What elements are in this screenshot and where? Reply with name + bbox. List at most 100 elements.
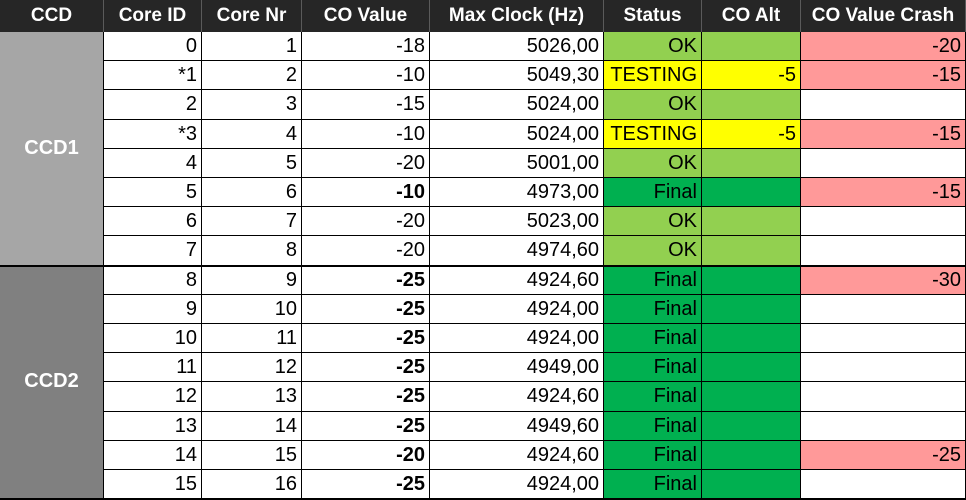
header-ccd[interactable]: CCD xyxy=(0,0,104,32)
cell-co-value-crash[interactable]: -15 xyxy=(801,61,966,91)
cell-status[interactable]: OK xyxy=(604,90,702,120)
cell-core-id[interactable]: 4 xyxy=(104,148,202,178)
cell-status[interactable]: OK xyxy=(604,148,702,178)
cell-co-alt[interactable] xyxy=(702,236,801,266)
cell-status[interactable]: OK xyxy=(604,207,702,237)
cell-max-clock[interactable]: 4949,00 xyxy=(430,353,604,383)
cell-status[interactable]: OK xyxy=(604,32,702,62)
cell-co-value-crash[interactable]: -25 xyxy=(801,440,966,470)
cell-max-clock[interactable]: 4949,60 xyxy=(430,411,604,441)
cell-co-alt[interactable] xyxy=(702,90,801,120)
header-co-alt[interactable]: CO Alt xyxy=(702,0,801,32)
cell-max-clock[interactable]: 5026,00 xyxy=(430,32,604,62)
cell-max-clock[interactable]: 5023,00 xyxy=(430,207,604,237)
cell-max-clock[interactable]: 5001,00 xyxy=(430,148,604,178)
cell-core-nr[interactable]: 10 xyxy=(202,294,302,324)
cell-core-nr[interactable]: 6 xyxy=(202,178,302,208)
cell-co-alt[interactable] xyxy=(702,353,801,383)
ccd-group-cell[interactable]: CCD1 xyxy=(0,32,104,266)
header-status[interactable]: Status xyxy=(604,0,702,32)
cell-co-alt[interactable] xyxy=(702,440,801,470)
cell-core-nr[interactable]: 3 xyxy=(202,90,302,120)
cell-max-clock[interactable]: 4924,60 xyxy=(430,440,604,470)
cell-core-id[interactable]: *1 xyxy=(104,61,202,91)
cell-status[interactable]: Final xyxy=(604,178,702,208)
cell-core-id[interactable]: 11 xyxy=(104,353,202,383)
cell-co-alt[interactable] xyxy=(702,411,801,441)
cell-status[interactable]: OK xyxy=(604,236,702,266)
cell-co-value-crash[interactable] xyxy=(801,294,966,324)
cell-core-id[interactable]: 5 xyxy=(104,178,202,208)
cell-core-id[interactable]: 9 xyxy=(104,294,202,324)
ccd-group-cell[interactable]: CCD2 xyxy=(0,265,104,500)
cell-co-value-crash[interactable] xyxy=(801,90,966,120)
cell-core-id[interactable]: 2 xyxy=(104,90,202,120)
cell-co-value-crash[interactable]: -30 xyxy=(801,265,966,295)
cell-co-value[interactable]: -20 xyxy=(302,440,430,470)
cell-status[interactable]: TESTING xyxy=(604,61,702,91)
cell-co-value[interactable]: -20 xyxy=(302,236,430,266)
cell-co-alt[interactable] xyxy=(702,324,801,354)
cell-core-nr[interactable]: 1 xyxy=(202,32,302,62)
cell-status[interactable]: Final xyxy=(604,411,702,441)
cell-co-value-crash[interactable] xyxy=(801,353,966,383)
cell-core-id[interactable]: 6 xyxy=(104,207,202,237)
cell-core-nr[interactable]: 13 xyxy=(202,382,302,412)
cell-status[interactable]: Final xyxy=(604,440,702,470)
cell-co-value-crash[interactable] xyxy=(801,148,966,178)
cell-core-nr[interactable]: 14 xyxy=(202,411,302,441)
cell-co-alt[interactable] xyxy=(702,382,801,412)
cell-max-clock[interactable]: 4924,60 xyxy=(430,265,604,295)
cell-co-value-crash[interactable] xyxy=(801,382,966,412)
cell-co-value-crash[interactable] xyxy=(801,207,966,237)
cell-max-clock[interactable]: 4973,00 xyxy=(430,178,604,208)
cell-max-clock[interactable]: 4924,00 xyxy=(430,324,604,354)
cell-core-nr[interactable]: 5 xyxy=(202,148,302,178)
header-core-id[interactable]: Core ID xyxy=(104,0,202,32)
cell-core-id[interactable]: 12 xyxy=(104,382,202,412)
cell-co-value[interactable]: -15 xyxy=(302,90,430,120)
cell-co-alt[interactable] xyxy=(702,470,801,500)
cell-status[interactable]: Final xyxy=(604,382,702,412)
cell-core-nr[interactable]: 16 xyxy=(202,470,302,500)
cell-co-value-crash[interactable]: -20 xyxy=(801,32,966,62)
cell-core-nr[interactable]: 15 xyxy=(202,440,302,470)
cell-max-clock[interactable]: 5024,00 xyxy=(430,119,604,149)
cell-max-clock[interactable]: 5024,00 xyxy=(430,90,604,120)
cell-core-id[interactable]: *3 xyxy=(104,119,202,149)
cell-co-value[interactable]: -18 xyxy=(302,32,430,62)
cell-core-id[interactable]: 14 xyxy=(104,440,202,470)
cell-co-value[interactable]: -25 xyxy=(302,294,430,324)
cell-status[interactable]: Final xyxy=(604,470,702,500)
cell-core-nr[interactable]: 7 xyxy=(202,207,302,237)
header-max-clock[interactable]: Max Clock (Hz) xyxy=(430,0,604,32)
cell-co-value[interactable]: -25 xyxy=(302,353,430,383)
cell-core-nr[interactable]: 11 xyxy=(202,324,302,354)
cell-core-id[interactable]: 10 xyxy=(104,324,202,354)
cell-max-clock[interactable]: 4974,60 xyxy=(430,236,604,266)
cell-status[interactable]: TESTING xyxy=(604,119,702,149)
cell-max-clock[interactable]: 4924,60 xyxy=(430,382,604,412)
header-co-value-crash[interactable]: CO Value Crash xyxy=(801,0,966,32)
cell-co-value[interactable]: -25 xyxy=(302,470,430,500)
header-co-value[interactable]: CO Value xyxy=(302,0,430,32)
cell-max-clock[interactable]: 4924,00 xyxy=(430,470,604,500)
header-core-nr[interactable]: Core Nr xyxy=(202,0,302,32)
cell-max-clock[interactable]: 5049,30 xyxy=(430,61,604,91)
cell-status[interactable]: Final xyxy=(604,294,702,324)
cell-co-alt[interactable] xyxy=(702,148,801,178)
cell-co-value[interactable]: -25 xyxy=(302,411,430,441)
cell-core-id[interactable]: 7 xyxy=(104,236,202,266)
cell-co-value[interactable]: -20 xyxy=(302,207,430,237)
cell-co-value-crash[interactable]: -15 xyxy=(801,178,966,208)
cell-co-alt[interactable] xyxy=(702,265,801,295)
cell-core-id[interactable]: 13 xyxy=(104,411,202,441)
cell-core-id[interactable]: 15 xyxy=(104,470,202,500)
cell-status[interactable]: Final xyxy=(604,353,702,383)
cell-co-alt[interactable]: -5 xyxy=(702,61,801,91)
cell-core-nr[interactable]: 12 xyxy=(202,353,302,383)
cell-co-alt[interactable] xyxy=(702,294,801,324)
cell-co-value[interactable]: -20 xyxy=(302,148,430,178)
cell-status[interactable]: Final xyxy=(604,265,702,295)
cell-core-nr[interactable]: 2 xyxy=(202,61,302,91)
